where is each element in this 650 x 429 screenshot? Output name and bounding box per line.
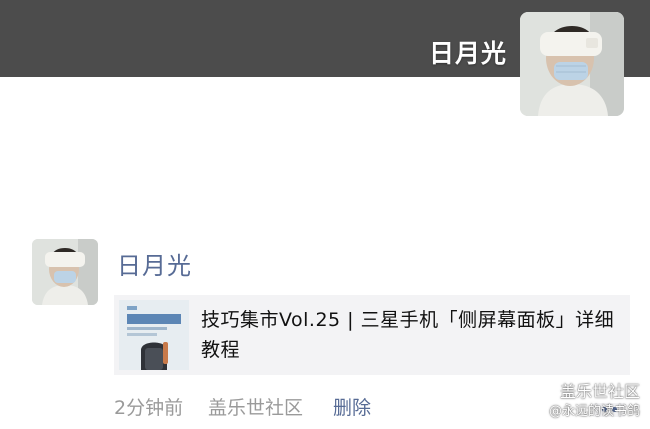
post-avatar[interactable] [32, 239, 98, 305]
cover-avatar[interactable] [520, 12, 624, 116]
cover-username[interactable]: 日月光 [429, 34, 507, 70]
post-source[interactable]: 盖乐世社区 [208, 393, 303, 420]
watermark-handle: @永远的读书鸽 [548, 404, 640, 419]
watermark-brand: 盖乐世社区 [559, 382, 640, 401]
avatar-photo-icon [520, 12, 624, 116]
moments-page: 日月光 日月光 技巧集市Vol.25 | 三星手机「侧屏幕面板」详细教程 2分钟… [0, 0, 650, 429]
link-thumbnail [119, 300, 189, 370]
article-cover-icon [119, 300, 189, 370]
delete-button[interactable]: 删除 [333, 393, 371, 420]
avatar-photo-icon [32, 239, 98, 305]
shared-link-card[interactable]: 技巧集市Vol.25 | 三星手机「侧屏幕面板」详细教程 [114, 295, 630, 375]
post-time: 2分钟前 [114, 397, 184, 419]
link-title: 技巧集市Vol.25 | 三星手机「侧屏幕面板」详细教程 [201, 309, 615, 361]
post-author-name[interactable]: 日月光 [117, 246, 192, 281]
